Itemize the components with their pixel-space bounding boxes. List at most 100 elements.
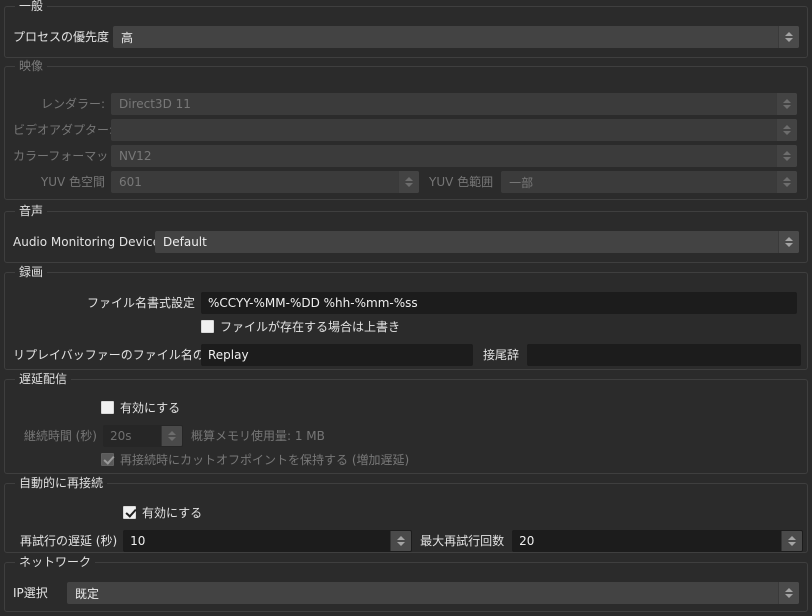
chevron-up-icon bbox=[783, 125, 791, 129]
row-replay-buffer-filename: リプレイバッファーのファイル名の接頭辞 Replay 接尾辞 bbox=[13, 344, 803, 366]
filename-format-input[interactable]: %CCYY-%MM-%DD %hh-%mm-%ss bbox=[201, 292, 797, 314]
renderer-combo[interactable]: Direct3D 11 bbox=[111, 93, 797, 115]
max-retries-input[interactable]: 20 bbox=[512, 530, 803, 552]
yuv-color-range-spinner[interactable] bbox=[776, 171, 798, 193]
row-color-format: カラーフォーマット NV12 bbox=[13, 145, 803, 167]
group-video-title: 映像 bbox=[15, 59, 48, 74]
group-recording: 録画 ファイル名書式設定 %CCYY-%MM-%DD %hh-%mm-%ss フ… bbox=[4, 265, 808, 370]
chevron-up-icon bbox=[783, 99, 791, 103]
delay-enable-label: 有効にする bbox=[120, 401, 181, 415]
group-video: 映像 レンダラー: Direct3D 11 ビデオアダプター: カラーフォーマッ… bbox=[4, 59, 808, 200]
video-adapter-spinner[interactable] bbox=[776, 119, 797, 141]
reconnect-enable-label: 有効にする bbox=[142, 506, 203, 520]
max-retries-spinner[interactable] bbox=[781, 531, 802, 551]
filename-format-label: ファイル名書式設定 bbox=[86, 296, 195, 310]
video-adapter-combo[interactable] bbox=[111, 119, 797, 141]
overwrite-checkbox[interactable]: ファイルが存在する場合は上書き bbox=[201, 318, 400, 335]
filename-format-value: %CCYY-%MM-%DD %hh-%mm-%ss bbox=[208, 296, 418, 310]
row-delay-duration: 継続時間 (秒) 20s 概算メモリ使用量: 1 MB bbox=[13, 425, 803, 447]
color-format-spinner[interactable] bbox=[776, 145, 797, 167]
checkbox-box bbox=[201, 320, 214, 333]
replay-prefix-value: Replay bbox=[208, 348, 249, 362]
color-format-label: カラーフォーマット bbox=[13, 149, 121, 163]
row-audio-monitoring-device: Audio Monitoring Device Default bbox=[13, 231, 803, 253]
group-audio-title: 音声 bbox=[15, 204, 48, 219]
audio-monitoring-device-value: Default bbox=[163, 235, 207, 249]
audio-monitoring-device-combo[interactable]: Default bbox=[155, 231, 799, 253]
yuv-color-range-value: 一部 bbox=[509, 175, 534, 190]
chevron-up-icon bbox=[785, 237, 793, 241]
retry-delay-spinner[interactable] bbox=[390, 531, 412, 551]
row-ip-select: IP選択 既定 bbox=[13, 582, 803, 604]
renderer-spinner[interactable] bbox=[776, 93, 797, 115]
delay-enable-checkbox[interactable]: 有効にする bbox=[101, 399, 180, 416]
renderer-value: Direct3D 11 bbox=[119, 97, 191, 111]
retry-delay-value: 10 bbox=[130, 534, 146, 548]
chevron-down-icon bbox=[785, 38, 793, 42]
reconnect-enable-checkbox[interactable]: 有効にする bbox=[123, 504, 202, 521]
chevron-up-icon bbox=[405, 177, 413, 181]
yuv-color-space-combo[interactable]: 601 bbox=[111, 171, 419, 193]
checkbox-box bbox=[123, 506, 136, 519]
retry-delay-input[interactable]: 10 bbox=[123, 530, 413, 552]
ip-select-label: IP選択 bbox=[13, 586, 48, 600]
chevron-down-icon bbox=[788, 542, 796, 546]
audio-monitoring-device-label: Audio Monitoring Device bbox=[13, 235, 160, 249]
delay-duration-input[interactable]: 20s bbox=[103, 425, 183, 447]
chevron-down-icon bbox=[783, 131, 791, 135]
renderer-label: レンダラー: bbox=[40, 97, 105, 111]
group-network-title: ネットワーク bbox=[15, 555, 96, 570]
replay-suffix-input[interactable] bbox=[527, 344, 802, 366]
chevron-up-icon bbox=[783, 151, 791, 155]
yuv-color-range-combo[interactable]: 一部 bbox=[501, 171, 798, 193]
row-delay-enable: 有効にする bbox=[101, 399, 180, 416]
chevron-down-icon bbox=[785, 594, 793, 598]
process-priority-label: プロセスの優先度 bbox=[13, 30, 110, 44]
max-retries-label: 最大再試行回数 bbox=[420, 534, 505, 548]
process-priority-spinner[interactable] bbox=[778, 26, 799, 48]
group-delay-title: 遅延配信 bbox=[15, 372, 72, 387]
chevron-down-icon bbox=[397, 542, 406, 546]
yuv-color-space-spinner[interactable] bbox=[398, 171, 419, 193]
chevron-down-icon bbox=[405, 183, 413, 187]
max-retries-value: 20 bbox=[519, 534, 535, 548]
chevron-down-icon bbox=[785, 243, 793, 247]
process-priority-combo[interactable]: 高 bbox=[113, 26, 799, 48]
overwrite-label: ファイルが存在する場合は上書き bbox=[220, 320, 401, 334]
chevron-down-icon bbox=[783, 157, 791, 161]
yuv-color-space-label: YUV 色空間 bbox=[40, 175, 105, 189]
chevron-up-icon bbox=[783, 177, 792, 181]
color-format-combo[interactable]: NV12 bbox=[111, 145, 797, 167]
preserve-cutoff-label: 再接続時にカットオフポイントを保持する (増加遅延) bbox=[120, 453, 410, 467]
chevron-down-icon bbox=[783, 183, 792, 187]
group-network: ネットワーク IP選択 既定 bbox=[4, 555, 808, 612]
chevron-up-icon bbox=[397, 536, 406, 540]
chevron-up-icon bbox=[788, 536, 796, 540]
group-reconnect-title: 自動的に再接続 bbox=[15, 476, 108, 491]
ip-select-spinner[interactable] bbox=[778, 582, 799, 604]
replay-prefix-input[interactable]: Replay bbox=[201, 344, 473, 366]
yuv-color-space-value: 601 bbox=[119, 175, 142, 189]
process-priority-value: 高 bbox=[121, 30, 134, 45]
chevron-up-icon bbox=[168, 431, 176, 435]
retry-delay-label: 再試行の遅延 (秒) bbox=[19, 534, 118, 548]
preserve-cutoff-checkbox[interactable]: 再接続時にカットオフポイントを保持する (増加遅延) bbox=[101, 451, 409, 468]
group-audio: 音声 Audio Monitoring Device Default bbox=[4, 204, 808, 263]
chevron-down-icon bbox=[168, 437, 176, 441]
delay-duration-label: 継続時間 (秒) bbox=[23, 429, 97, 443]
audio-monitoring-device-spinner[interactable] bbox=[778, 231, 799, 253]
group-reconnect: 自動的に再接続 有効にする 再試行の遅延 (秒) 10 最大再試行回数 20 bbox=[4, 476, 808, 553]
chevron-up-icon bbox=[785, 32, 793, 36]
row-yuv: YUV 色空間 601 YUV 色範囲 一部 bbox=[13, 171, 803, 193]
ip-select-combo[interactable]: 既定 bbox=[67, 582, 799, 604]
delay-duration-value: 20s bbox=[110, 429, 132, 443]
checkbox-box bbox=[101, 401, 114, 414]
chevron-down-icon bbox=[783, 105, 791, 109]
chevron-up-icon bbox=[785, 588, 793, 592]
settings-advanced-page: 一般 プロセスの優先度 高 映像 レンダラー: Direct3D 11 ビデオア… bbox=[0, 0, 812, 616]
row-video-adapter: ビデオアダプター: bbox=[13, 119, 803, 141]
checkbox-box bbox=[101, 453, 114, 466]
row-filename-format: ファイル名書式設定 %CCYY-%MM-%DD %hh-%mm-%ss bbox=[13, 292, 803, 314]
ip-select-value: 既定 bbox=[75, 586, 100, 601]
delay-duration-spinner[interactable] bbox=[161, 426, 182, 446]
